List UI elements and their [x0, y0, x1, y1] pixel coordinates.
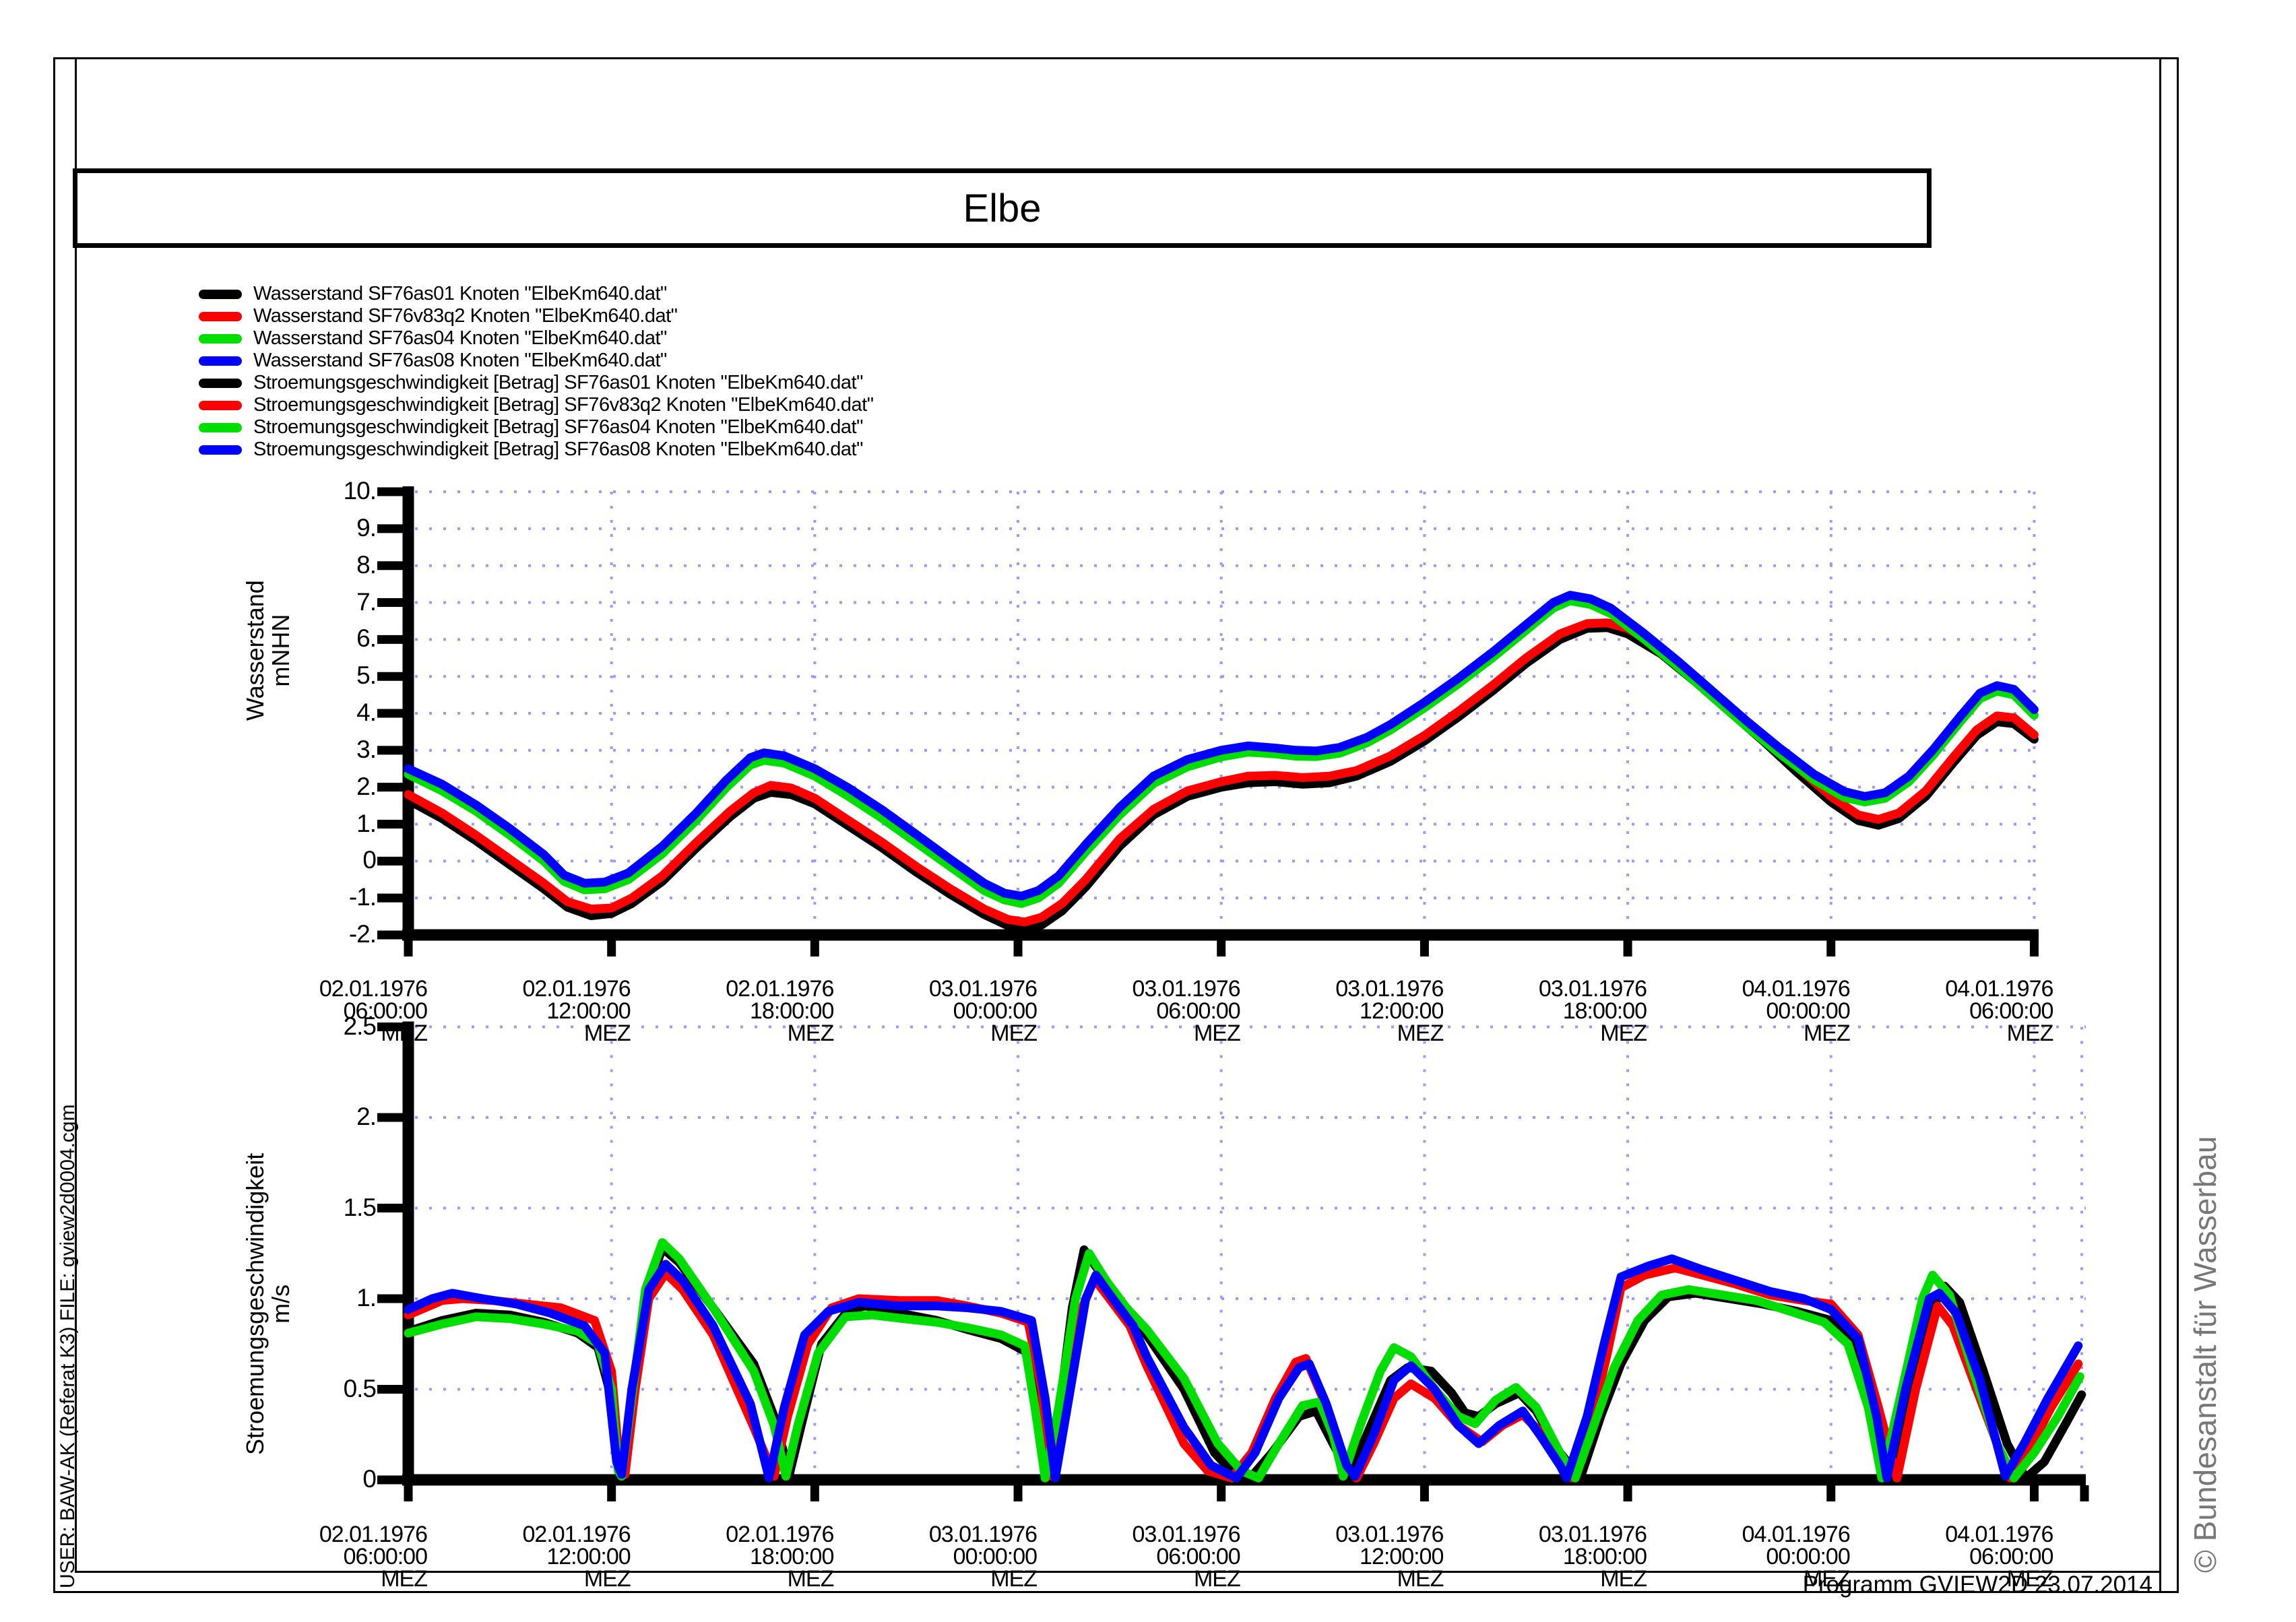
- axis-title-line: Wasserstand: [243, 580, 268, 721]
- x-tick-label: 03.01.197606:00:00MEZ: [1045, 978, 1240, 1045]
- y-tick-label: 1.: [288, 810, 376, 838]
- x-tick-label: 03.01.197612:00:00MEZ: [1248, 1524, 1443, 1590]
- series-stroemungsgeschwindigkeit-betrag-sf76v83q2: [408, 1268, 2078, 1478]
- series-wasserstand-sf76as08: [408, 595, 2034, 897]
- x-tick-label: 03.01.197600:00:00MEZ: [841, 1524, 1037, 1590]
- stroemungsgeschwindigkeit-chart: [377, 1022, 2086, 1502]
- x-tick-label: 03.01.197612:00:00MEZ: [1248, 978, 1443, 1045]
- y-tick-label: 0: [288, 846, 376, 874]
- x-tick-label: 02.01.197612:00:00MEZ: [435, 978, 631, 1045]
- y-tick-label: -1.: [288, 883, 376, 911]
- x-tick-label: 02.01.197606:00:00MEZ: [232, 1524, 427, 1590]
- series-stroemungsgeschwindigkeit-betrag-sf76as08: [408, 1259, 2078, 1479]
- y-tick-label: 0: [288, 1465, 376, 1493]
- series-wasserstand-sf76v83q2: [408, 623, 2034, 922]
- y-tick-label: 6.: [288, 624, 376, 653]
- x-tick-label: 03.01.197600:00:00MEZ: [841, 978, 1037, 1045]
- y-tick-label: 2.: [288, 773, 376, 801]
- y-tick-label: -2.: [288, 920, 376, 948]
- waterlevel-axis-title: Wasserstand mNHN: [243, 580, 294, 721]
- x-tick-label: 02.01.197618:00:00MEZ: [638, 1524, 833, 1590]
- x-tick-label: 04.01.197600:00:00MEZ: [1655, 978, 1850, 1045]
- y-tick-label: 2.5: [288, 1012, 376, 1041]
- x-tick-label: 04.01.197606:00:00MEZ: [1857, 1524, 2053, 1590]
- axis-title-line: Stroemungsgeschwindigkeit: [243, 1153, 268, 1455]
- velocity-axis-title: Stroemungsgeschwindigkeit m/s: [243, 1153, 294, 1455]
- y-tick-label: 5.: [288, 661, 376, 690]
- y-tick-label: 8.: [288, 551, 376, 579]
- x-tick-label: 03.01.197618:00:00MEZ: [1451, 978, 1647, 1045]
- x-tick-label: 02.01.197618:00:00MEZ: [638, 978, 833, 1045]
- y-tick-label: 1.5: [288, 1194, 376, 1222]
- user-file-note: USER: BAW-AK (Referat K3) FILE: gview2d0…: [57, 1104, 79, 1588]
- y-tick-label: 3.: [288, 736, 376, 764]
- copyright-note: © Bundesanstalt für Wasserbau: [2187, 1136, 2223, 1573]
- y-tick-label: 2.: [288, 1103, 376, 1131]
- y-tick-label: 7.: [288, 588, 376, 616]
- y-tick-label: 10.: [288, 477, 376, 505]
- x-tick-label: 02.01.197612:00:00MEZ: [435, 1524, 631, 1590]
- x-tick-label: 03.01.197618:00:00MEZ: [1451, 1524, 1647, 1590]
- y-tick-label: 9.: [288, 514, 376, 542]
- x-tick-label: 04.01.197600:00:00MEZ: [1655, 1524, 1850, 1590]
- x-tick-label: 04.01.197606:00:00MEZ: [1857, 978, 2053, 1045]
- wasserstand-chart: [377, 486, 2039, 956]
- y-tick-label: 0.5: [288, 1375, 376, 1403]
- y-tick-label: 4.: [288, 699, 376, 727]
- x-tick-label: 03.01.197606:00:00MEZ: [1045, 1524, 1240, 1590]
- y-tick-label: 1.: [288, 1284, 376, 1312]
